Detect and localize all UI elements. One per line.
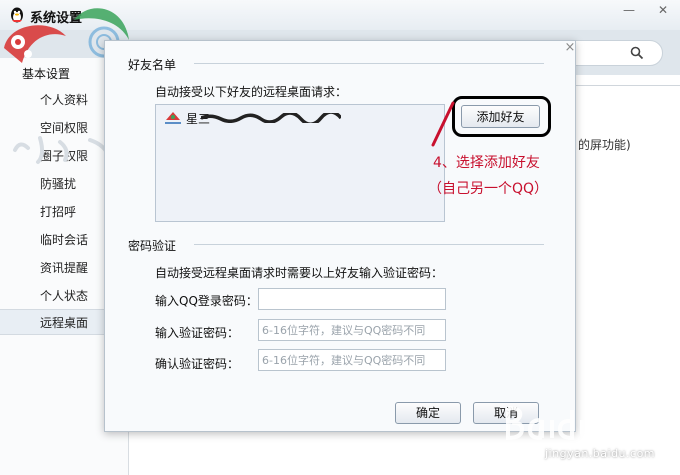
friend-avatar-icon bbox=[165, 112, 181, 124]
ok-button[interactable]: 确定 bbox=[395, 402, 461, 424]
password-section-description: 自动接受远程桌面请求时需要以上好友输入验证密码： bbox=[155, 266, 444, 280]
qq-password-label: 输入QQ登录密码： bbox=[155, 294, 258, 308]
window-close-button[interactable]: ✕ bbox=[652, 2, 674, 18]
background-divider bbox=[575, 85, 680, 86]
gear-icon bbox=[4, 25, 66, 63]
confirm-password-input[interactable] bbox=[258, 349, 446, 371]
redaction-scribble bbox=[201, 113, 341, 123]
confirm-password-label: 确认验证密码： bbox=[155, 357, 240, 371]
password-section-title: 密码验证 bbox=[128, 239, 177, 253]
minimize-button[interactable]: — bbox=[618, 2, 640, 18]
friends-section-description: 自动接受以下好友的远程桌面请求： bbox=[155, 85, 348, 99]
annotation-pointer-line bbox=[431, 101, 455, 147]
annotation-step-text: 4、选择添加好友 bbox=[433, 155, 540, 171]
baidu-watermark-logo bbox=[506, 406, 654, 441]
sidebar-item-personal-status[interactable]: 个人状态 bbox=[40, 283, 88, 309]
friends-section-rule bbox=[194, 63, 544, 64]
verify-password-label: 输入验证密码： bbox=[155, 326, 240, 340]
password-section-rule bbox=[194, 244, 544, 245]
qq-password-input[interactable] bbox=[258, 288, 446, 310]
sidebar-item-profile[interactable]: 个人资料 bbox=[40, 87, 88, 113]
sidebar-item-anti-harassment[interactable]: 防骚扰 bbox=[40, 171, 76, 197]
background-partial-text: 的屏功能) bbox=[578, 138, 631, 152]
watermark-url: jingyan.baidu.com bbox=[545, 447, 656, 460]
search-icon bbox=[630, 46, 644, 60]
verify-password-input[interactable] bbox=[258, 319, 446, 341]
friends-section-title: 好友名单 bbox=[128, 58, 177, 72]
sidebar-item-news-reminder[interactable]: 资讯提醒 bbox=[40, 255, 88, 281]
sidebar-item-greeting[interactable]: 打招呼 bbox=[40, 199, 76, 225]
dialog-close-button[interactable]: × bbox=[563, 41, 577, 55]
sidebar-item-temp-session[interactable]: 临时会话 bbox=[40, 227, 88, 253]
add-friend-button[interactable]: 添加好友 bbox=[461, 105, 540, 128]
annotation-note-text: （自己另一个QQ） bbox=[428, 181, 549, 197]
